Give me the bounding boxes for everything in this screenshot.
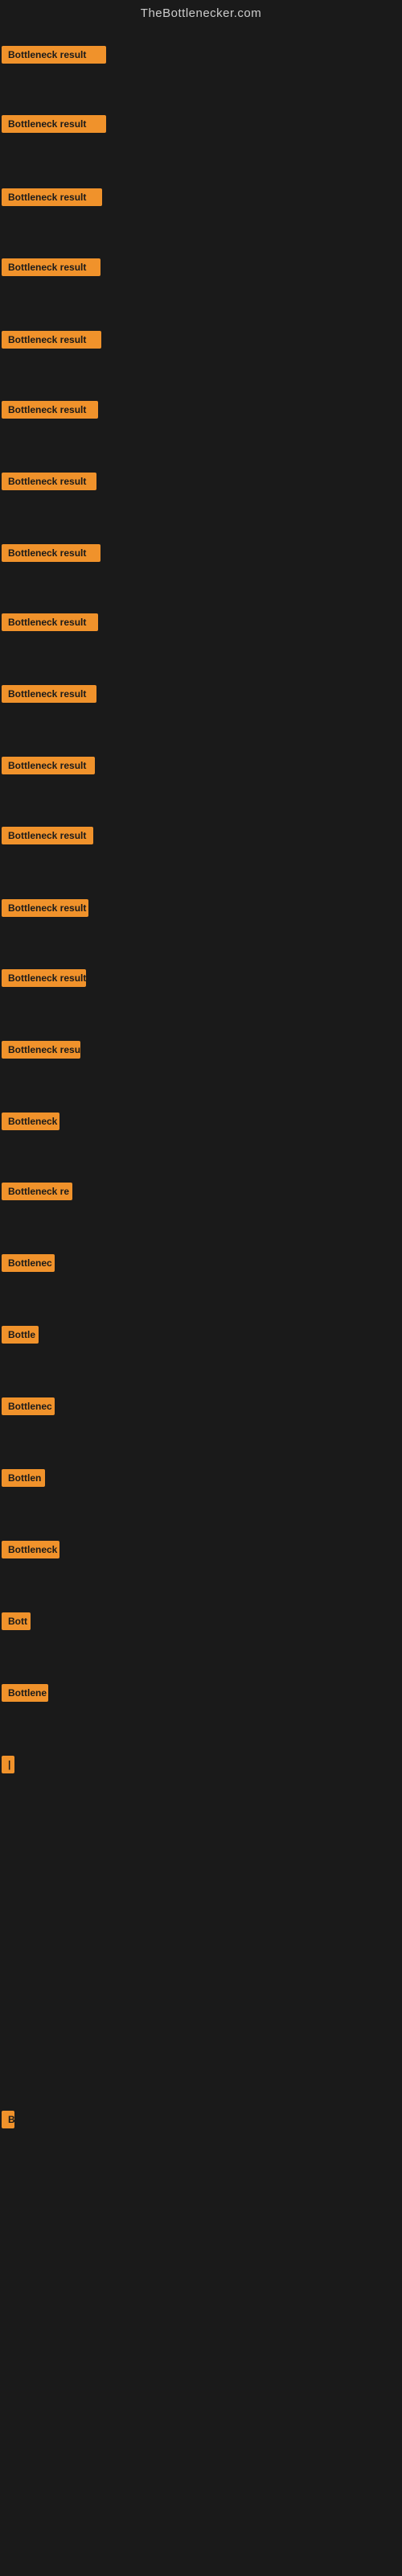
bottleneck-badge-4[interactable]: Bottleneck result [2,258,100,276]
bottleneck-badge-16[interactable]: Bottleneck [2,1113,59,1130]
bottleneck-badge-2[interactable]: Bottleneck result [2,115,106,133]
bottleneck-badge-1[interactable]: Bottleneck result [2,46,106,64]
bottleneck-badge-9[interactable]: Bottleneck result [2,613,98,631]
bottleneck-badge-21[interactable]: Bottlen [2,1469,45,1487]
bottleneck-badge-20[interactable]: Bottlenec [2,1397,55,1415]
bottleneck-badge-18[interactable]: Bottlenec [2,1254,55,1272]
bottleneck-badge-11[interactable]: Bottleneck result [2,757,95,774]
bottleneck-badge-7[interactable]: Bottleneck result [2,473,96,490]
site-title: TheBottlenecker.com [0,0,402,23]
bottleneck-badge-3[interactable]: Bottleneck result [2,188,102,206]
page-wrapper: TheBottlenecker.com Bottleneck result Bot… [0,0,402,2576]
bottleneck-badge-24[interactable]: Bottlene [2,1684,48,1702]
bottleneck-badge-14[interactable]: Bottleneck result [2,969,86,987]
bottleneck-badge-5[interactable]: Bottleneck result [2,331,101,349]
bottleneck-badge-6[interactable]: Bottleneck result [2,401,98,419]
bottleneck-badge-10[interactable]: Bottleneck result [2,685,96,703]
bottleneck-badge-26[interactable]: B [2,2111,14,2128]
bottleneck-badge-8[interactable]: Bottleneck result [2,544,100,562]
bottleneck-badge-25[interactable]: | [2,1756,14,1773]
bottleneck-badge-23[interactable]: Bott [2,1612,31,1630]
bottleneck-badge-17[interactable]: Bottleneck re [2,1183,72,1200]
bottleneck-badge-22[interactable]: Bottleneck [2,1541,59,1558]
bottleneck-badge-15[interactable]: Bottleneck resu [2,1041,80,1059]
bottleneck-badge-12[interactable]: Bottleneck result [2,827,93,844]
bottleneck-badge-13[interactable]: Bottleneck result [2,899,88,917]
bottleneck-badge-19[interactable]: Bottle [2,1326,39,1344]
